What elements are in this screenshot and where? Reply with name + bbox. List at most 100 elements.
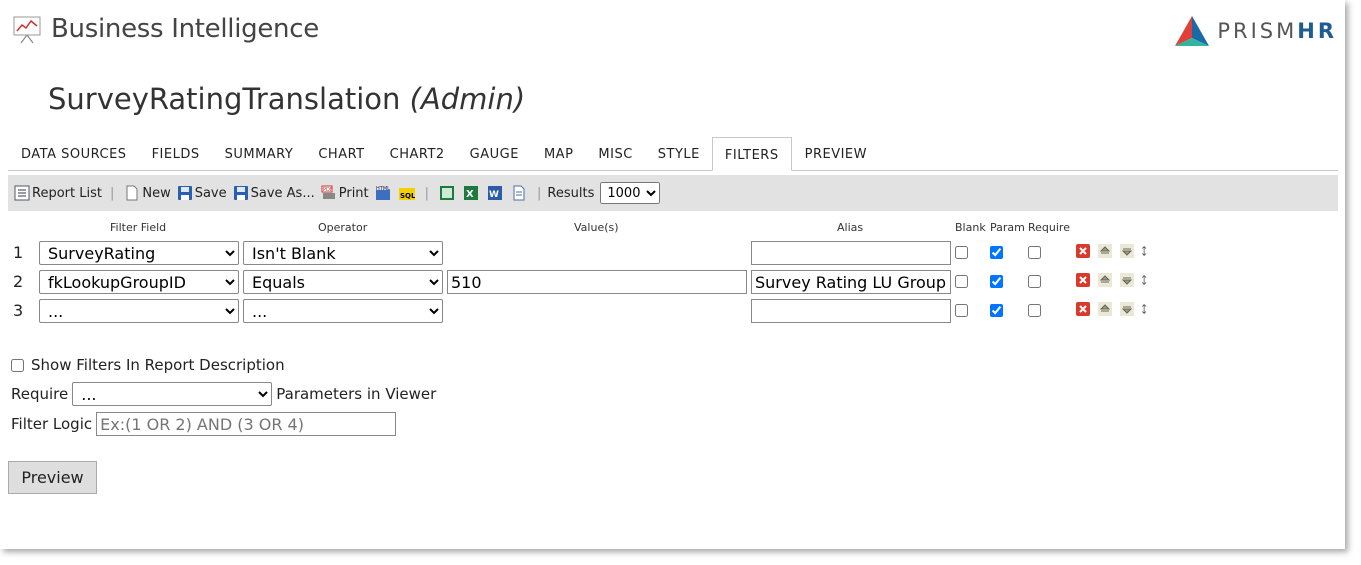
param-checkbox[interactable] bbox=[990, 275, 1003, 288]
move-down-icon[interactable] bbox=[1119, 243, 1135, 259]
tab-summary[interactable]: SUMMARY bbox=[212, 147, 306, 170]
brand-text: PRISMHR bbox=[1217, 19, 1337, 43]
filter-field-select[interactable]: fkLookupGroupID bbox=[39, 270, 239, 294]
tab-chart2[interactable]: CHART2 bbox=[377, 147, 457, 170]
param-checkbox[interactable] bbox=[990, 246, 1003, 259]
tab-gauge[interactable]: GAUGE bbox=[457, 147, 531, 170]
word-button[interactable]: W bbox=[487, 185, 505, 201]
drag-handle-icon[interactable] bbox=[1141, 301, 1151, 317]
toolbar-separator: | bbox=[537, 185, 542, 201]
excel-export-button[interactable] bbox=[439, 185, 457, 201]
tab-chart[interactable]: CHART bbox=[305, 147, 376, 170]
delete-icon[interactable] bbox=[1075, 243, 1091, 259]
operator-select[interactable]: Equals bbox=[243, 270, 443, 294]
html-icon: HTML bbox=[375, 186, 390, 200]
require-checkbox[interactable] bbox=[1028, 246, 1041, 259]
move-up-icon[interactable] bbox=[1097, 301, 1113, 317]
drag-handle-icon[interactable] bbox=[1141, 243, 1151, 259]
print-pdf-button[interactable]: PDF Print bbox=[321, 185, 369, 201]
tab-map[interactable]: MAP bbox=[531, 147, 585, 170]
svg-text:PDF: PDF bbox=[323, 187, 333, 193]
param-checkbox[interactable] bbox=[990, 304, 1003, 317]
operator-select[interactable]: ... bbox=[243, 299, 443, 323]
blank-checkbox[interactable] bbox=[955, 246, 968, 259]
results-select[interactable]: 1000 bbox=[600, 182, 661, 204]
blank-checkbox[interactable] bbox=[955, 304, 968, 317]
require-checkbox[interactable] bbox=[1028, 304, 1041, 317]
move-up-icon[interactable] bbox=[1097, 272, 1113, 288]
parameters-label: Parameters in Viewer bbox=[276, 385, 437, 403]
delete-icon[interactable] bbox=[1075, 301, 1091, 317]
alias-input[interactable] bbox=[751, 270, 951, 294]
html-export-button[interactable]: HTML bbox=[375, 185, 393, 201]
value-input[interactable] bbox=[447, 270, 747, 294]
column-header-filter-field: Filter Field bbox=[110, 221, 167, 234]
operator-select[interactable]: Isn't Blank bbox=[243, 241, 443, 265]
column-header-operator: Operator bbox=[318, 221, 368, 234]
move-down-icon[interactable] bbox=[1119, 272, 1135, 288]
column-header-param: Param bbox=[990, 221, 1025, 234]
move-down-icon[interactable] bbox=[1119, 301, 1135, 317]
sql-icon: SQL bbox=[398, 188, 415, 200]
new-button[interactable]: New bbox=[124, 185, 171, 201]
filter-logic-input[interactable] bbox=[96, 412, 397, 436]
tab-filters[interactable]: FILTERS bbox=[711, 137, 792, 171]
toolbar: Report List | New Save Save As... PDF Pr… bbox=[8, 175, 1338, 211]
svg-text:SQL: SQL bbox=[400, 192, 415, 200]
text-document-icon bbox=[513, 185, 525, 201]
word-icon: W bbox=[488, 186, 503, 200]
results-label: Results bbox=[547, 185, 595, 201]
tab-style[interactable]: STYLE bbox=[645, 147, 712, 170]
floppy-disk-icon bbox=[177, 186, 192, 200]
tab-misc[interactable]: MISC bbox=[585, 147, 644, 170]
alias-input[interactable] bbox=[751, 299, 951, 323]
alias-input[interactable] bbox=[751, 241, 951, 265]
preview-button[interactable]: Preview bbox=[8, 461, 97, 494]
toolbar-separator: | bbox=[109, 185, 115, 201]
require-parameters-select[interactable]: ... bbox=[72, 382, 273, 406]
filter-field-select[interactable]: SurveyRating bbox=[39, 241, 239, 265]
tab-fields[interactable]: FIELDS bbox=[139, 147, 212, 170]
drag-handle-icon[interactable] bbox=[1141, 272, 1151, 288]
filter-logic-label: Filter Logic bbox=[11, 415, 93, 433]
app-frame: Business Intelligence PRISMHR SurveyRati… bbox=[0, 0, 1345, 549]
presentation-chart-icon bbox=[13, 16, 41, 44]
svg-text:W: W bbox=[489, 190, 499, 200]
excel-grid-icon bbox=[440, 186, 455, 200]
move-up-icon[interactable] bbox=[1097, 243, 1113, 259]
excel-button[interactable]: X bbox=[463, 185, 481, 201]
filter-row-number: 1 bbox=[13, 243, 24, 262]
filter-field-select[interactable]: ... bbox=[39, 299, 239, 323]
save-button[interactable]: Save bbox=[177, 185, 227, 201]
blank-checkbox[interactable] bbox=[955, 275, 968, 288]
svg-text:HTML: HTML bbox=[376, 186, 390, 192]
report-name: SurveyRatingTranslation bbox=[48, 82, 401, 116]
app-header: Business Intelligence bbox=[12, 12, 319, 46]
show-filters-checkbox[interactable] bbox=[11, 358, 24, 372]
save-as-button[interactable]: Save As... bbox=[233, 185, 315, 201]
require-checkbox[interactable] bbox=[1028, 275, 1041, 288]
row-actions bbox=[1075, 301, 1157, 317]
delete-icon[interactable] bbox=[1075, 272, 1091, 288]
require-parameters-option: Require ... Parameters in Viewer bbox=[11, 382, 436, 406]
report-list-button[interactable]: Report List bbox=[14, 185, 102, 201]
require-label: Require bbox=[11, 385, 69, 403]
tab-preview[interactable]: PREVIEW bbox=[792, 147, 879, 170]
toolbar-separator: | bbox=[424, 185, 430, 201]
floppy-disk-edit-icon bbox=[233, 186, 248, 200]
svg-text:X: X bbox=[466, 189, 474, 200]
column-header-alias: Alias bbox=[837, 221, 864, 234]
brand-logo: PRISMHR bbox=[1173, 14, 1337, 48]
app-title: Business Intelligence bbox=[51, 14, 319, 44]
sql-button[interactable]: SQL bbox=[398, 185, 417, 201]
filter-row-number: 3 bbox=[13, 301, 24, 320]
text-export-button[interactable] bbox=[511, 185, 529, 201]
row-actions bbox=[1075, 272, 1157, 288]
tab-bar: DATA SOURCES FIELDS SUMMARY CHART CHART2… bbox=[8, 137, 1338, 171]
excel-icon: X bbox=[464, 186, 479, 200]
column-header-require: Require bbox=[1028, 221, 1070, 234]
row-actions bbox=[1075, 243, 1157, 259]
report-role: (Admin) bbox=[409, 82, 526, 116]
prism-logo-icon bbox=[1175, 16, 1210, 46]
tab-data-sources[interactable]: DATA SOURCES bbox=[8, 147, 139, 170]
